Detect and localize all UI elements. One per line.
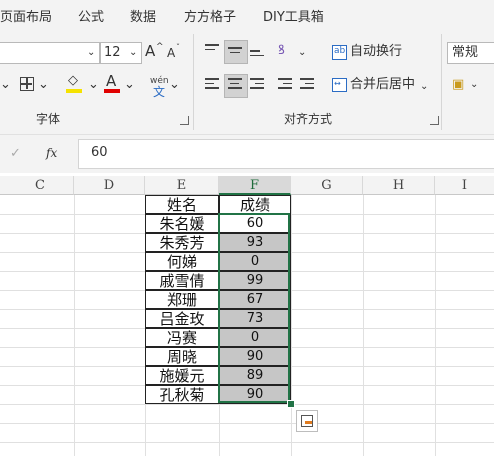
- chevron-down-icon: ⌄: [87, 47, 96, 58]
- number-format-value: 常规: [452, 45, 479, 60]
- column-header-H[interactable]: H: [363, 176, 435, 195]
- align-top-icon[interactable]: [205, 44, 219, 53]
- worksheet-grid[interactable]: C D E F G H I 姓名 成绩 朱名媛 60 朱秀芳 93 何娣 0 戚…: [0, 176, 494, 456]
- group-divider: [193, 34, 194, 130]
- gridline: [0, 442, 494, 443]
- name-cell[interactable]: 周晓: [145, 347, 219, 366]
- gridline: [435, 195, 436, 456]
- chevron-down-icon[interactable]: ⌄: [298, 44, 306, 62]
- quick-analysis-icon: [301, 415, 313, 427]
- shrink-font-button[interactable]: A: [167, 44, 175, 62]
- name-cell[interactable]: 戚雪倩: [145, 271, 219, 290]
- alignment-dialog-launcher[interactable]: [430, 116, 439, 125]
- name-cell[interactable]: 吕金玫: [145, 309, 219, 328]
- gridline: [74, 195, 75, 456]
- merge-center-button[interactable]: 合并后居中: [350, 76, 415, 94]
- align-bottom-icon[interactable]: [250, 50, 264, 59]
- font-color-glyph: A: [106, 72, 117, 90]
- chevron-down-icon[interactable]: ⌄: [470, 76, 478, 94]
- gridline: [363, 195, 364, 456]
- quick-analysis-button[interactable]: [296, 410, 318, 432]
- name-cell[interactable]: 何娣: [145, 252, 219, 271]
- align-center-icon: [228, 78, 242, 92]
- wrap-text-button[interactable]: 自动换行: [350, 43, 402, 61]
- align-middle-icon: [228, 47, 242, 56]
- column-header-F[interactable]: F: [219, 176, 291, 195]
- insert-function-button[interactable]: fx: [46, 144, 57, 162]
- name-cell[interactable]: 冯赛: [145, 328, 219, 347]
- gridline: [0, 404, 494, 405]
- column-header-E[interactable]: E: [145, 176, 219, 195]
- cancel-entry-icon[interactable]: ✓: [10, 145, 21, 163]
- accounting-format-icon[interactable]: ▣: [452, 76, 464, 94]
- gridline: [0, 423, 494, 424]
- chevron-down-icon[interactable]: ⌄: [124, 76, 135, 94]
- decrease-indent-icon[interactable]: [278, 78, 292, 92]
- up-caret-icon: ^: [156, 42, 164, 52]
- column-header-D[interactable]: D: [74, 176, 145, 195]
- fill-color-icon[interactable]: ◇: [66, 73, 82, 93]
- phonetic-icon[interactable]: 文: [153, 83, 165, 101]
- selection-border: [218, 213, 290, 403]
- increase-indent-icon[interactable]: [300, 78, 314, 92]
- down-caret-icon: ˇ: [176, 43, 180, 52]
- header-cell-score[interactable]: 成绩: [219, 195, 291, 214]
- font-name-select[interactable]: ⌄: [0, 42, 100, 64]
- formula-value: 60: [91, 145, 108, 160]
- name-cell[interactable]: 施媛元: [145, 366, 219, 385]
- align-right-icon[interactable]: [250, 78, 264, 92]
- align-left-icon[interactable]: [205, 78, 219, 92]
- font-dialog-launcher[interactable]: [180, 116, 189, 125]
- border-icon[interactable]: [20, 77, 34, 91]
- name-cell[interactable]: 朱秀芳: [145, 233, 219, 252]
- chevron-down-icon[interactable]: ⌄: [38, 76, 49, 94]
- grow-font-button[interactable]: A: [145, 42, 155, 60]
- formula-input[interactable]: 60: [78, 139, 494, 169]
- column-header-C[interactable]: C: [0, 176, 74, 195]
- fill-handle[interactable]: [287, 400, 295, 408]
- name-cell[interactable]: 郑珊: [145, 290, 219, 309]
- chevron-down-icon[interactable]: ⌄: [169, 76, 180, 94]
- formula-bar: ✓ fx 60: [0, 134, 494, 173]
- tab-data[interactable]: 数据: [130, 6, 156, 25]
- name-cell[interactable]: 朱名媛: [145, 214, 219, 233]
- ribbon: 页面布局 公式 数据 方方格子 DIY工具箱 ⌄ 12 ⌄ A ^ A ˇ ⌄ …: [0, 0, 494, 134]
- wrap-text-icon: ab: [332, 45, 347, 60]
- tab-fangfangezi[interactable]: 方方格子: [184, 6, 236, 25]
- column-header-I[interactable]: I: [435, 176, 494, 195]
- font-group-label: 字体: [36, 112, 61, 126]
- orientation-icon[interactable]: ꝸ: [278, 42, 285, 60]
- group-divider: [441, 34, 442, 130]
- column-header-G[interactable]: G: [291, 176, 363, 195]
- chevron-down-icon: ⌄: [129, 47, 138, 58]
- tab-page-layout[interactable]: 页面布局: [0, 6, 52, 25]
- chevron-down-icon[interactable]: ⌄: [420, 78, 428, 96]
- merge-center-icon: ↔: [332, 78, 347, 92]
- number-format-select[interactable]: 常规: [447, 42, 494, 64]
- name-cell[interactable]: 孔秋菊: [145, 385, 219, 404]
- chevron-down-icon[interactable]: ⌄: [88, 76, 99, 94]
- tab-diy-toolbox[interactable]: DIY工具箱: [263, 6, 324, 25]
- tab-formulas[interactable]: 公式: [78, 6, 104, 25]
- font-color-button[interactable]: A: [104, 72, 120, 94]
- gridline: [291, 195, 292, 456]
- alignment-group-label: 对齐方式: [284, 112, 333, 126]
- font-size-value: 12: [104, 45, 121, 60]
- font-size-select[interactable]: 12 ⌄: [100, 42, 142, 64]
- chevron-down-icon[interactable]: ⌄: [0, 76, 11, 94]
- header-cell-name[interactable]: 姓名: [145, 195, 219, 214]
